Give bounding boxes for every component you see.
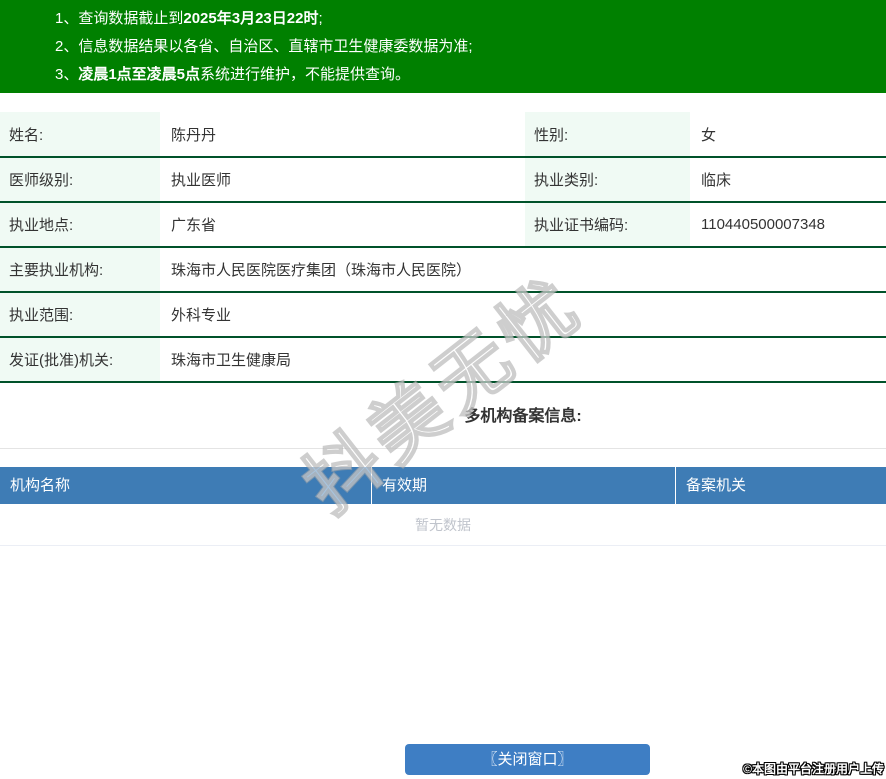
multi-institution-section-title: 多机构备案信息:: [464, 408, 582, 425]
practice-location-label: 执业地点:: [0, 202, 160, 248]
section-divider: [0, 448, 886, 449]
practice-scope-label: 执业范围:: [0, 292, 160, 338]
practice-scope-value: 外科专业: [160, 292, 886, 338]
doctor-level-label: 医师级别:: [0, 157, 160, 203]
name-value: 陈丹丹: [160, 112, 525, 158]
doctor-info-table: 姓名: 陈丹丹 性别: 女 医师级别: 执业医师 执业类别: 临床 执业地点: …: [0, 112, 886, 383]
notice-number: 2、: [55, 38, 79, 55]
info-row-name-gender: 姓名: 陈丹丹 性别: 女: [0, 112, 886, 158]
info-row-level-category: 医师级别: 执业医师 执业类别: 临床: [0, 157, 886, 203]
license-number-label: 执业证书编码:: [525, 202, 690, 248]
info-row-main-institution: 主要执业机构: 珠海市人民医院医疗集团（珠海市人民医院）: [0, 247, 886, 293]
notice-text: 系统进行维护，不能提供查询。: [200, 66, 411, 83]
column-header-filing-authority: 备案机关: [686, 477, 747, 494]
license-number-value: 110440500007348: [690, 202, 886, 248]
issuing-authority-label: 发证(批准)机关:: [0, 337, 160, 383]
copyright-watermark: ©本图由平台注册用户上传: [743, 762, 884, 776]
practice-location-value: 广东省: [160, 202, 525, 248]
main-institution-value: 珠海市人民医院医疗集团（珠海市人民医院）: [160, 247, 886, 293]
info-row-practice-scope: 执业范围: 外科专业: [0, 292, 886, 338]
notice-bold-text: 凌晨1点至凌晨5点: [78, 66, 201, 83]
filing-table-header: 机构名称 有效期 备案机关: [0, 467, 886, 504]
notice-line-1: 1、查询数据截止到2025年3月23日22时;: [55, 5, 876, 33]
practitioner-query-result-page: 1、查询数据截止到2025年3月23日22时; 2、信息数据结果以各省、自治区、…: [0, 0, 886, 779]
notice-text: 查询数据截止到: [78, 10, 184, 27]
gender-label: 性别:: [525, 112, 690, 158]
close-window-button[interactable]: 〖关闭窗口〗: [405, 744, 650, 775]
notice-text: 信息数据结果以各省、自治区、直辖市卫生健康委数据为准;: [78, 38, 473, 55]
main-institution-label: 主要执业机构:: [0, 247, 160, 293]
practice-category-value: 临床: [690, 157, 886, 203]
notice-line-3: 3、凌晨1点至凌晨5点系统进行维护，不能提供查询。: [55, 61, 876, 89]
name-label: 姓名:: [0, 112, 160, 158]
notice-number: 1、: [55, 10, 79, 27]
practice-category-label: 执业类别:: [525, 157, 690, 203]
column-header-institution-name: 机构名称: [0, 467, 372, 504]
info-row-location-license: 执业地点: 广东省 执业证书编码: 110440500007348: [0, 202, 886, 248]
notice-bold-text: 2025年3月23日22时: [183, 10, 319, 27]
notice-number: 3、: [55, 66, 79, 83]
gender-value: 女: [690, 112, 886, 158]
column-header-validity-period: 有效期: [372, 467, 676, 504]
info-row-issuing-authority: 发证(批准)机关: 珠海市卫生健康局: [0, 337, 886, 383]
notice-banner: 1、查询数据截止到2025年3月23日22时; 2、信息数据结果以各省、自治区、…: [0, 0, 886, 93]
notice-text: ;: [318, 10, 323, 27]
notice-line-2: 2、信息数据结果以各省、自治区、直辖市卫生健康委数据为准;: [55, 33, 876, 61]
empty-data-placeholder: 暂无数据: [0, 504, 886, 546]
issuing-authority-value: 珠海市卫生健康局: [160, 337, 886, 383]
doctor-level-value: 执业医师: [160, 157, 525, 203]
